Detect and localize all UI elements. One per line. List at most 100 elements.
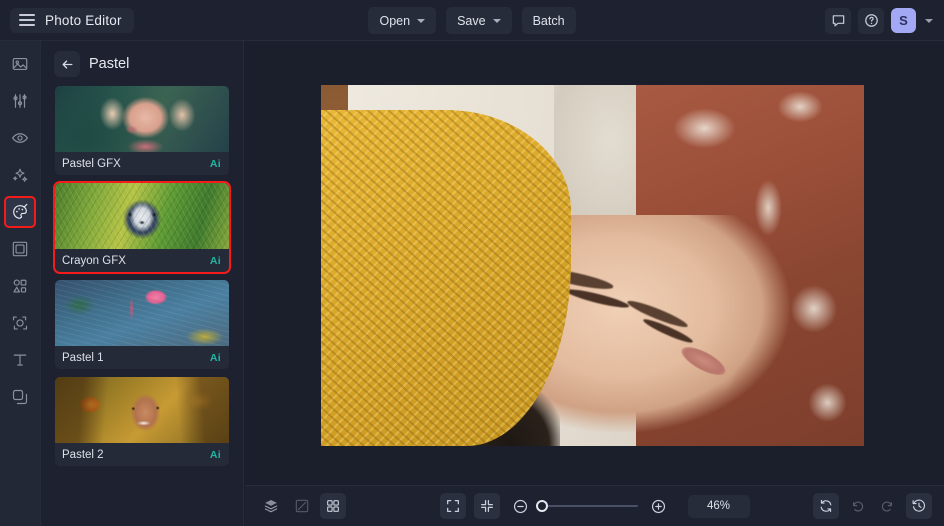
- sidebar-item-frames[interactable]: [6, 235, 34, 263]
- zoom-slider-handle[interactable]: [535, 500, 548, 512]
- open-label: Open: [379, 13, 411, 28]
- minus-circle-icon: [513, 499, 528, 513]
- sidebar-item-image[interactable]: [6, 50, 34, 78]
- eye-icon: [12, 133, 28, 143]
- sidebar-item-styles[interactable]: [4, 196, 36, 228]
- sidebar-item-adjust[interactable]: [6, 87, 34, 115]
- preset-label: Pastel GFX: [62, 157, 121, 170]
- layers-icon: [264, 499, 278, 513]
- chevron-down-icon: [417, 19, 426, 23]
- app-title: Photo Editor: [45, 12, 122, 28]
- preset-card-footer: Pastel 2 Ai: [55, 443, 229, 466]
- zoom-slider-track[interactable]: [535, 500, 638, 512]
- preset-card-pastel-2[interactable]: Pastel 2 Ai: [55, 377, 229, 466]
- ai-badge: Ai: [209, 254, 221, 267]
- save-label: Save: [457, 13, 486, 28]
- sidebar-item-shapes[interactable]: [6, 272, 34, 300]
- back-button[interactable]: [54, 51, 80, 77]
- shrink-button[interactable]: [473, 493, 500, 519]
- open-button[interactable]: Open: [368, 7, 437, 34]
- panel-header: Pastel: [41, 41, 243, 86]
- preset-card-crayon-gfx[interactable]: Crayon GFX Ai: [53, 181, 231, 274]
- palette-icon: [13, 203, 28, 219]
- history-button[interactable]: [906, 493, 932, 519]
- bottom-left-tools: [258, 493, 346, 519]
- sidebar-item-effects[interactable]: [6, 161, 34, 189]
- panel-title: Pastel: [89, 56, 130, 72]
- sliders-icon: [13, 94, 27, 108]
- sidebar-item-retouch[interactable]: [6, 124, 34, 152]
- frame-icon: [12, 241, 28, 257]
- chat-bubble-icon: [832, 15, 844, 27]
- brand-menu-button[interactable]: Photo Editor: [10, 7, 134, 33]
- grid-icon: [327, 500, 339, 512]
- sparkles-icon: [13, 168, 28, 182]
- redo-button[interactable]: [875, 493, 901, 519]
- preset-card-footer: Crayon GFX Ai: [55, 249, 229, 272]
- fit-screen-button[interactable]: [439, 493, 466, 519]
- zoom-in-button[interactable]: [646, 493, 672, 519]
- preset-card-footer: Pastel 1 Ai: [55, 346, 229, 369]
- hamburger-icon[interactable]: [19, 14, 35, 26]
- preset-thumbnail: [55, 280, 229, 346]
- preset-thumbnail: [55, 86, 229, 152]
- layers-copy-icon: [12, 389, 28, 405]
- zoom-slider[interactable]: [535, 500, 638, 512]
- zoom-out-button[interactable]: [508, 493, 534, 519]
- preset-label: Pastel 1: [62, 351, 104, 364]
- shapes-icon: [13, 279, 27, 293]
- batch-button[interactable]: Batch: [521, 7, 576, 34]
- help-button[interactable]: [858, 7, 884, 34]
- preset-panel: Pastel Pastel GFX Ai Crayon GFX Ai Paste…: [41, 41, 244, 526]
- reset-icon: [820, 499, 832, 513]
- plus-circle-icon: [651, 499, 666, 513]
- chevron-down-icon[interactable]: [925, 18, 933, 23]
- preset-label: Crayon GFX: [62, 254, 126, 267]
- top-right-actions: S: [825, 0, 936, 41]
- avatar[interactable]: S: [891, 8, 916, 33]
- photo-editor-app: Photo Editor Open Save Batch S Pastel Pa…: [0, 0, 944, 526]
- ai-badge: Ai: [209, 351, 221, 364]
- bottom-right-tools: [813, 493, 932, 519]
- grid-button[interactable]: [320, 493, 346, 519]
- save-button[interactable]: Save: [446, 7, 512, 34]
- fit-screen-icon: [446, 500, 459, 512]
- redo-icon: [881, 501, 892, 512]
- layers-button[interactable]: [258, 493, 284, 519]
- bottom-bar: 46%: [245, 485, 944, 526]
- tool-rail: [0, 41, 41, 526]
- sidebar-item-text[interactable]: [6, 346, 34, 374]
- sidebar-item-mask[interactable]: [6, 309, 34, 337]
- mask-icon: [12, 316, 28, 330]
- ai-badge: Ai: [209, 448, 221, 461]
- top-bar: Photo Editor Open Save Batch S: [0, 0, 944, 41]
- compare-button[interactable]: [289, 493, 315, 519]
- batch-label: Batch: [532, 13, 565, 28]
- reset-button[interactable]: [813, 493, 839, 519]
- text-icon: [13, 354, 27, 366]
- preset-thumbnail: [55, 377, 229, 443]
- preset-list: Pastel GFX Ai Crayon GFX Ai Pastel 1 Ai: [41, 86, 243, 466]
- canvas-stage[interactable]: [245, 41, 944, 485]
- preset-card-footer: Pastel GFX Ai: [55, 152, 229, 175]
- undo-button[interactable]: [844, 493, 870, 519]
- preset-thumbnail: [55, 183, 229, 249]
- preset-card-pastel-gfx[interactable]: Pastel GFX Ai: [55, 86, 229, 175]
- preset-label: Pastel 2: [62, 448, 104, 461]
- image-icon: [12, 58, 28, 70]
- chevron-down-icon: [492, 19, 501, 23]
- photo-blanket: [321, 110, 571, 446]
- collapse-icon: [480, 500, 493, 512]
- compare-split-icon: [295, 499, 309, 513]
- top-center-actions: Open Save Batch: [0, 0, 944, 41]
- history-clock-icon: [912, 499, 926, 512]
- question-circle-icon: [864, 14, 878, 27]
- canvas-image[interactable]: [321, 85, 864, 446]
- arrow-left-icon: [62, 59, 72, 69]
- zoom-level-field[interactable]: 46%: [687, 494, 750, 518]
- ai-badge: Ai: [209, 157, 221, 170]
- undo-icon: [853, 501, 864, 512]
- sidebar-item-layers[interactable]: [6, 383, 34, 411]
- preset-card-pastel-1[interactable]: Pastel 1 Ai: [55, 280, 229, 369]
- feedback-button[interactable]: [825, 7, 851, 34]
